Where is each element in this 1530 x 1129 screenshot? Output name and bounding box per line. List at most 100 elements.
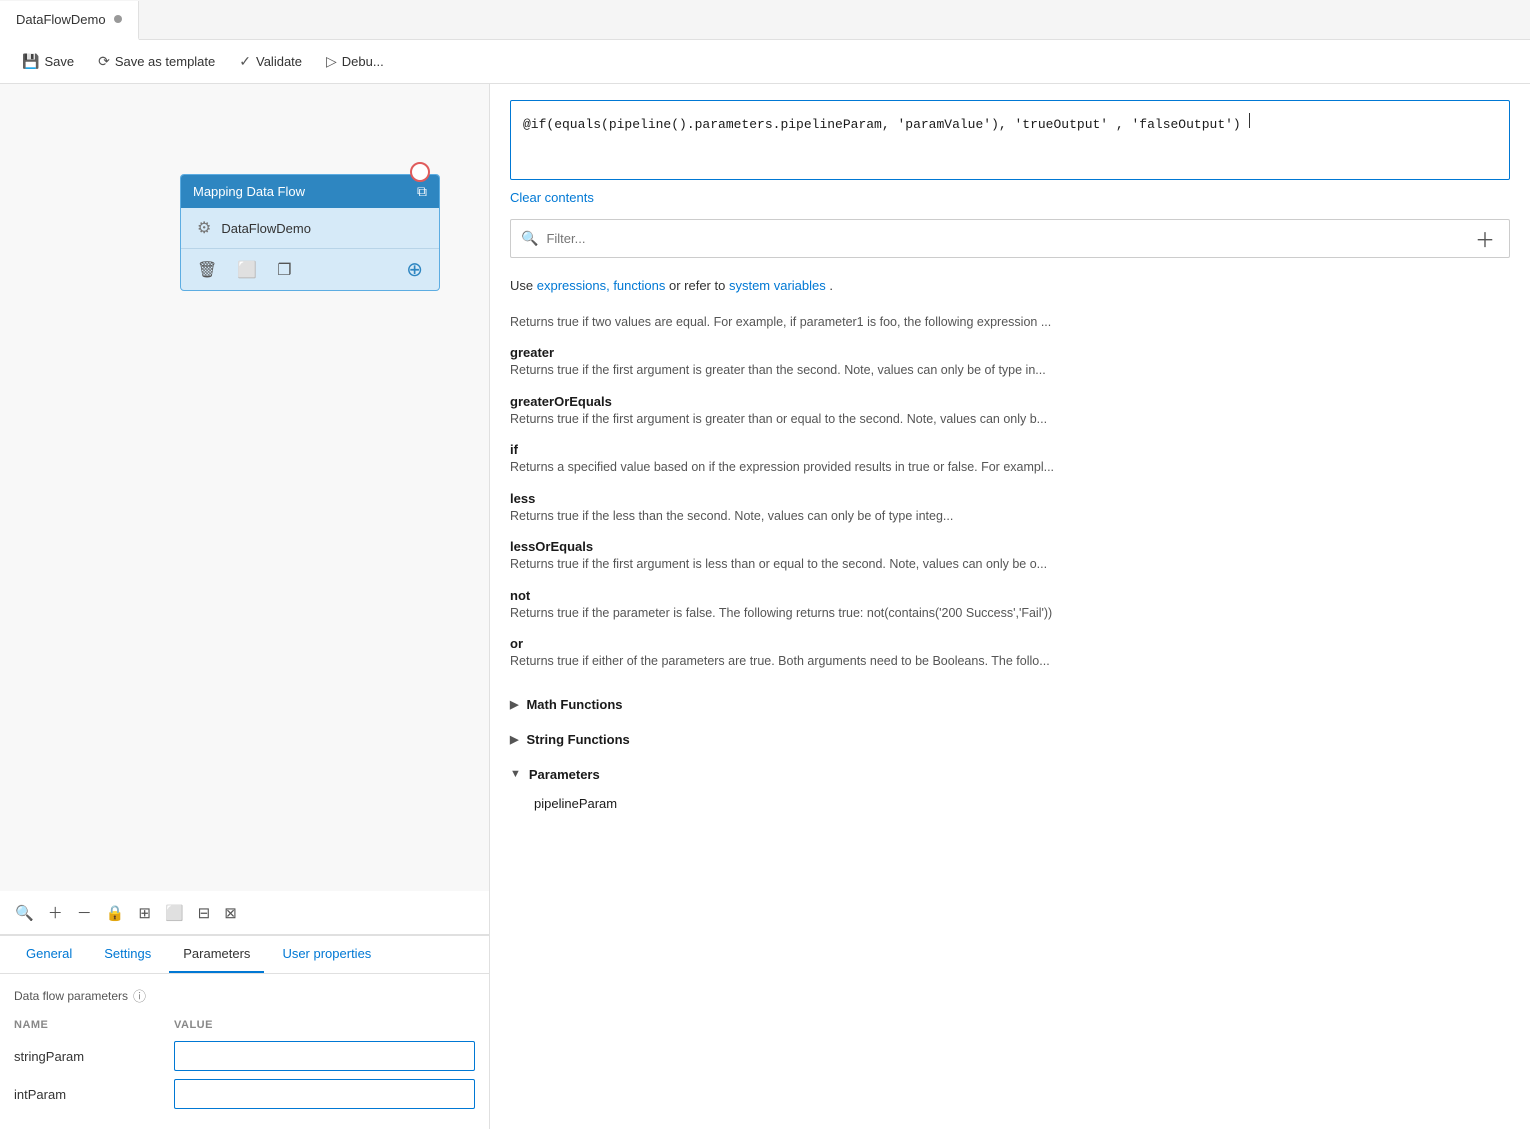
param-name-int: intParam (14, 1087, 174, 1102)
validate-icon: ✓ (239, 53, 251, 70)
canvas-area[interactable]: Mapping Data Flow ⧉ ⚙ DataFlowDemo 🗑 ⬜ ❐… (0, 84, 489, 891)
func-desc-greaterorequals: Returns true if the first argument is gr… (510, 411, 1510, 429)
section-parameters[interactable]: ▼ Parameters (510, 759, 1510, 790)
section-math-functions[interactable]: ▶ Math Functions (510, 689, 1510, 720)
tab-parameters[interactable]: Parameters (169, 936, 264, 973)
panel-tabs: General Settings Parameters User propert… (0, 936, 489, 974)
func-item-not: not Returns true if the parameter is fal… (510, 588, 1510, 623)
node-open-icon[interactable]: ⧉ (417, 183, 427, 200)
canvas-add-icon[interactable]: ＋ (45, 899, 66, 926)
func-item-if: if Returns a specified value based on if… (510, 442, 1510, 477)
tab-user-properties[interactable]: User properties (268, 936, 385, 973)
save-button[interactable]: 💾 Save (12, 49, 84, 74)
section-params-arrow: ▼ (510, 768, 521, 780)
section-math-arrow: ▶ (510, 698, 518, 711)
params-info-icon: ⓘ (133, 986, 146, 1005)
func-desc-greater: Returns true if the first argument is gr… (510, 362, 1510, 380)
debug-button[interactable]: ▷ Debu... (316, 49, 394, 74)
canvas-lock-icon[interactable]: 🔒 (103, 901, 128, 925)
section-string-label: String Functions (526, 732, 629, 747)
func-desc-not: Returns true if the parameter is false. … (510, 605, 1510, 623)
function-list: Returns true if two values are equal. Fo… (510, 312, 1510, 685)
func-item-or: or Returns true if either of the paramet… (510, 636, 1510, 671)
func-item-greater: greater Returns true if the first argume… (510, 345, 1510, 380)
func-name-if: if (510, 442, 1510, 457)
canvas-toolbar: 🔍 ＋ － 🔒 ⊞ ⬜ ⊟ ⊠ (0, 891, 489, 935)
save-icon: 💾 (22, 53, 39, 70)
func-desc-equals: Returns true if two values are equal. Fo… (510, 314, 1510, 332)
tab-label: DataFlowDemo (16, 12, 106, 27)
node-add-icon[interactable]: ⊕ (406, 257, 423, 282)
clear-contents-link[interactable]: Clear contents (510, 190, 1510, 205)
toolbar: 💾 Save ⟳ Save as template ✓ Validate ▷ D… (0, 40, 1530, 84)
func-item-greaterorequals: greaterOrEquals Returns true if the firs… (510, 394, 1510, 429)
canvas-search-icon[interactable]: 🔍 (12, 901, 37, 925)
params-label: Data flow parameters ⓘ (14, 986, 475, 1005)
params-section: Data flow parameters ⓘ NAME VALUE string… (0, 974, 489, 1129)
func-name-greaterorequals: greaterOrEquals (510, 394, 1510, 409)
filter-bar: 🔍 ＋ (510, 219, 1510, 258)
expressions-functions-link[interactable]: expressions, functions (537, 278, 669, 293)
node-container: Mapping Data Flow ⧉ ⚙ DataFlowDemo 🗑 ⬜ ❐… (180, 174, 440, 291)
func-name-not: not (510, 588, 1510, 603)
tab-dataflewdemo[interactable]: DataFlowDemo (0, 1, 139, 40)
func-name-or: or (510, 636, 1510, 651)
param-input-string[interactable] (174, 1041, 475, 1071)
canvas-fit-icon[interactable]: ⬜ (162, 901, 187, 925)
canvas-zoom-icon[interactable]: ⊞ (135, 901, 154, 925)
filter-input[interactable] (546, 231, 1463, 246)
filter-search-icon: 🔍 (521, 230, 538, 247)
node-box[interactable]: Mapping Data Flow ⧉ ⚙ DataFlowDemo 🗑 ⬜ ❐… (180, 174, 440, 291)
param-row-int: intParam (14, 1079, 475, 1109)
save-template-icon: ⟳ (98, 53, 110, 70)
debug-icon: ▷ (326, 53, 337, 70)
node-body-icon: ⚙ (197, 218, 211, 238)
param-name-string: stringParam (14, 1049, 174, 1064)
node-copy-icon[interactable]: ⬜ (237, 260, 257, 280)
func-name-lessorequals: lessOrEquals (510, 539, 1510, 554)
param-item-pipeline[interactable]: pipelineParam (510, 790, 1510, 817)
tab-general[interactable]: General (12, 936, 86, 973)
func-item-equals: Returns true if two values are equal. Fo… (510, 314, 1510, 332)
bottom-panel: General Settings Parameters User propert… (0, 935, 489, 1129)
main-area: Mapping Data Flow ⧉ ⚙ DataFlowDemo 🗑 ⬜ ❐… (0, 84, 1530, 1129)
func-name-greater: greater (510, 345, 1510, 360)
tab-dot (114, 15, 122, 23)
system-variables-link[interactable]: system variables (729, 278, 829, 293)
left-panel: Mapping Data Flow ⧉ ⚙ DataFlowDemo 🗑 ⬜ ❐… (0, 84, 490, 1129)
save-template-button[interactable]: ⟳ Save as template (88, 49, 225, 74)
canvas-layout-icon[interactable]: ⊠ (221, 901, 240, 925)
expression-box[interactable]: @if(equals(pipeline().parameters.pipelin… (510, 100, 1510, 180)
func-desc-if: Returns a specified value based on if th… (510, 459, 1510, 477)
tab-settings[interactable]: Settings (90, 936, 165, 973)
func-desc-or: Returns true if either of the parameters… (510, 653, 1510, 671)
canvas-grid-icon[interactable]: ⊟ (195, 901, 214, 925)
node-clone-icon[interactable]: ❐ (277, 260, 291, 280)
section-params-label: Parameters (529, 767, 600, 782)
params-table-header: NAME VALUE (14, 1015, 475, 1035)
section-string-arrow: ▶ (510, 733, 518, 746)
canvas-minus-icon[interactable]: － (74, 899, 95, 926)
help-text: Use expressions, functions or refer to s… (510, 276, 1510, 296)
validate-button[interactable]: ✓ Validate (229, 49, 312, 74)
section-string-functions[interactable]: ▶ String Functions (510, 724, 1510, 755)
node-body: ⚙ DataFlowDemo (181, 208, 439, 249)
tab-bar: DataFlowDemo (0, 0, 1530, 40)
node-header-label: Mapping Data Flow (193, 184, 305, 199)
filter-add-button[interactable]: ＋ (1471, 224, 1499, 253)
expression-text: @if(equals(pipeline().parameters.pipelin… (523, 117, 1241, 132)
node-delete-icon[interactable]: 🗑 (197, 260, 217, 280)
section-math-label: Math Functions (526, 697, 622, 712)
param-row-string: stringParam (14, 1041, 475, 1071)
func-item-less: less Returns true if the less than the s… (510, 491, 1510, 526)
node-actions: 🗑 ⬜ ❐ ⊕ (181, 249, 439, 290)
param-input-int[interactable] (174, 1079, 475, 1109)
func-item-lessorequals: lessOrEquals Returns true if the first a… (510, 539, 1510, 574)
node-header: Mapping Data Flow ⧉ (181, 175, 439, 208)
node-body-label: DataFlowDemo (221, 221, 311, 236)
node-circle (410, 162, 430, 182)
func-desc-less: Returns true if the less than the second… (510, 508, 1510, 526)
func-desc-lessorequals: Returns true if the first argument is le… (510, 556, 1510, 574)
right-panel: @if(equals(pipeline().parameters.pipelin… (490, 84, 1530, 1129)
func-name-less: less (510, 491, 1510, 506)
